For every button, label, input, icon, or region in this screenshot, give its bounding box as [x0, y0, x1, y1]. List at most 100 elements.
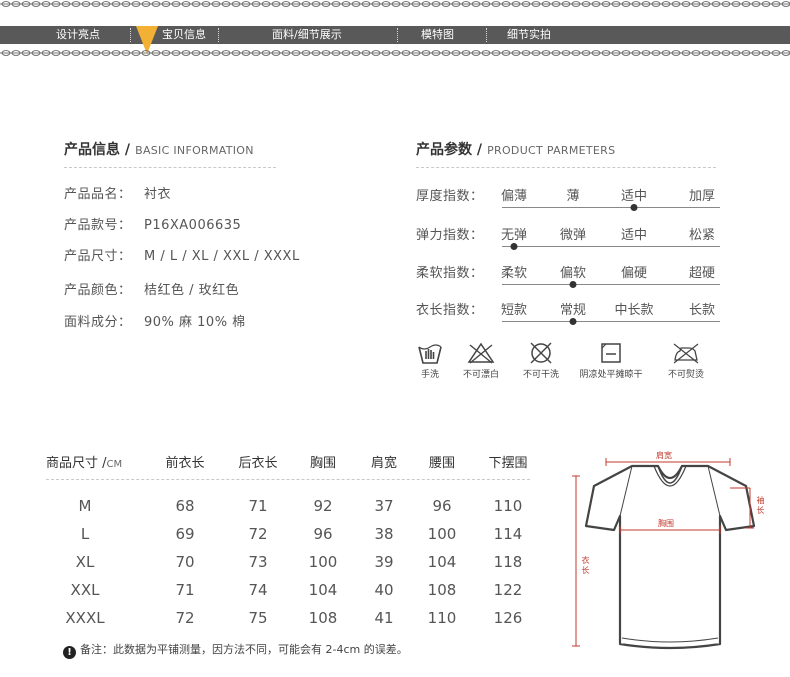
param-option: 中长款 — [614, 303, 654, 318]
param-label: 衣长指数： — [416, 303, 484, 318]
body-length-label: 衣长 — [581, 556, 590, 575]
size-table-cell: 114 — [493, 525, 523, 543]
param-option: 超硬 — [688, 266, 716, 281]
param-selected-marker — [630, 204, 638, 211]
size-table-cell: 70 — [175, 553, 195, 571]
param-option: 加厚 — [688, 189, 716, 204]
size-table-cell: 126 — [493, 609, 523, 627]
nav-separator — [130, 28, 131, 42]
size-table-cell: 96 — [313, 525, 333, 543]
param-option: 微弹 — [559, 228, 587, 243]
size-table-header-size: 商品尺寸 /CM — [46, 456, 123, 471]
param-scale-line — [502, 246, 720, 247]
size-table-cell: 122 — [493, 581, 523, 599]
param-label: 柔软指数： — [416, 266, 484, 281]
product-params-title-en: PRODUCT PARMETERS — [487, 144, 616, 157]
no-bleach-icon — [467, 342, 495, 364]
size-table-cell: 92 — [313, 497, 333, 515]
param-selected-marker — [569, 281, 577, 288]
nav-item-product-info[interactable]: 宝贝信息 — [162, 26, 206, 44]
nav-separator — [397, 28, 398, 42]
size-table-header: 下摆围 — [488, 456, 528, 471]
size-table-cell: 69 — [175, 525, 195, 543]
param-selected-marker — [510, 243, 518, 250]
size-table-cell: 71 — [248, 497, 268, 515]
param-label: 厚度指数： — [416, 189, 484, 204]
size-table-header: 腰围 — [428, 456, 456, 471]
param-scale-line — [502, 321, 720, 322]
shirt-measurement-diagram: 肩宽 胸围 袖长 衣长 — [570, 448, 770, 658]
size-table-cell: 110 — [427, 609, 457, 627]
param-scale-line — [502, 207, 720, 208]
size-table-cell: 104 — [308, 581, 338, 599]
shade-dry-flat-icon — [601, 343, 621, 363]
sleeve-length-label: 袖长 — [756, 496, 765, 515]
size-table-cell: 40 — [374, 581, 394, 599]
nav-item-detail-photos[interactable]: 细节实拍 — [507, 26, 551, 44]
size-table-divider — [46, 479, 530, 480]
shoulder-width-label: 肩宽 — [656, 451, 672, 460]
tshirt-outline-icon — [572, 458, 756, 650]
size-table-header: 前衣长 — [165, 456, 205, 471]
size-table-cell: 39 — [374, 553, 394, 571]
param-option: 适中 — [620, 189, 648, 204]
info-row-style-number: 产品款号： P16XA006635 — [64, 218, 242, 233]
param-selected-marker — [569, 318, 577, 325]
param-option: 长款 — [688, 303, 716, 318]
product-params-title-cn: 产品参数 / — [416, 142, 482, 158]
size-table-cell: 118 — [493, 553, 523, 571]
info-row-sizes: 产品尺寸： M / L / XL / XXL / XXXL — [64, 249, 300, 264]
param-row: 厚度指数： 偏薄 薄 适中 加厚 — [416, 185, 726, 215]
size-table-cell: 37 — [374, 497, 394, 515]
nav-item-fabric-details[interactable]: 面料/细节展示 — [272, 26, 342, 44]
no-dry-clean-icon — [530, 342, 552, 364]
basic-info-title: 产品信息 / BASIC INFORMATION — [64, 139, 254, 159]
nav-item-design-highlights[interactable]: 设计亮点 — [56, 26, 100, 44]
size-table-cell: 38 — [374, 525, 394, 543]
size-table-cell: 108 — [308, 609, 338, 627]
size-table-cell: 41 — [374, 609, 394, 627]
chest-label: 胸围 — [658, 519, 674, 528]
product-params-divider — [416, 167, 716, 168]
decorative-chain-top — [0, 1, 790, 7]
size-table-row-label: M — [78, 497, 92, 515]
size-table-cell: 72 — [248, 525, 268, 543]
param-option: 常规 — [559, 303, 587, 318]
param-option: 偏软 — [559, 266, 587, 281]
size-table-cell: 108 — [427, 581, 457, 599]
product-params-title: 产品参数 / PRODUCT PARMETERS — [416, 139, 615, 159]
size-table-cell: 73 — [248, 553, 268, 571]
info-row-colors: 产品颜色： 桔红色 / 玫红色 — [64, 283, 240, 298]
size-table-cell: 100 — [427, 525, 457, 543]
size-table-cell: 104 — [427, 553, 457, 571]
basic-info-divider — [64, 167, 276, 168]
param-option: 无弹 — [500, 228, 528, 243]
nav-separator — [486, 28, 487, 42]
care-item-no-iron: 不可熨烫 — [651, 341, 721, 380]
warning-icon: ! — [63, 646, 76, 659]
measurement-note: ! 备注：此数据为平铺测量，因方法不同，可能会有 2-4cm 的误差。 — [63, 641, 408, 659]
param-option: 短款 — [500, 303, 528, 318]
size-table-cell: 110 — [493, 497, 523, 515]
param-row: 衣长指数： 短款 常规 中长款 长款 — [416, 299, 726, 329]
no-iron-icon — [673, 343, 699, 364]
param-option: 适中 — [620, 228, 648, 243]
param-option: 松紧 — [688, 228, 716, 243]
info-row-name: 产品品名： 衬衣 — [64, 187, 172, 202]
nav-bar: 设计亮点 宝贝信息 面料/细节展示 模特图 细节实拍 — [0, 26, 790, 44]
hand-wash-icon — [418, 344, 442, 364]
decorative-chain-bottom — [0, 50, 790, 56]
param-label: 弹力指数： — [416, 228, 484, 243]
param-option: 薄 — [566, 189, 580, 204]
size-table-cell: 100 — [308, 553, 338, 571]
size-table-cell: 75 — [248, 609, 268, 627]
basic-info-title-cn: 产品信息 / — [64, 142, 130, 158]
nav-separator — [218, 28, 219, 42]
nav-item-model-photos[interactable]: 模特图 — [421, 26, 454, 44]
size-table-cell: 74 — [248, 581, 268, 599]
size-table-header: 肩宽 — [370, 456, 398, 471]
param-option: 偏薄 — [500, 189, 528, 204]
size-table-cell: 71 — [175, 581, 195, 599]
size-table-cell: 72 — [175, 609, 195, 627]
param-option: 偏硬 — [620, 266, 648, 281]
